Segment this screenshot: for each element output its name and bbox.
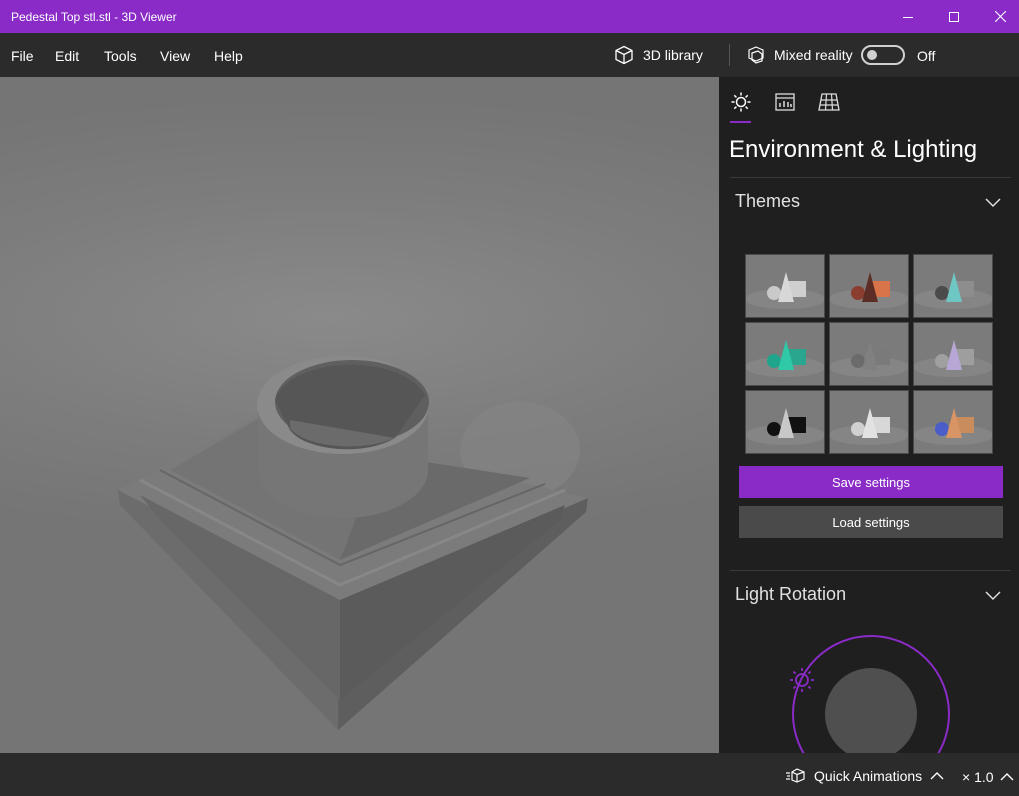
chevron-down-icon[interactable] (985, 198, 1001, 208)
quick-animations-button[interactable]: Quick Animations (786, 768, 952, 784)
environment-panel: Environment & Lighting Themes Save setti… (719, 77, 1019, 753)
toggle-knob (867, 50, 877, 60)
mixed-reality-toggle[interactable] (861, 45, 905, 65)
theme-preview-image (746, 391, 824, 453)
cube-icon (615, 45, 633, 65)
maximize-button[interactable] (931, 0, 977, 33)
3d-viewport[interactable] (0, 77, 719, 753)
close-button[interactable] (977, 0, 1019, 33)
animation-cube-icon (786, 768, 805, 783)
mixed-reality-icon (748, 46, 764, 64)
light-rotation-heading[interactable]: Light Rotation (735, 584, 846, 605)
menu-tools[interactable]: Tools (104, 48, 137, 64)
tab-stats[interactable] (773, 90, 797, 114)
chevron-up-icon (1000, 773, 1014, 781)
light-sphere (825, 668, 917, 753)
animation-speed-button[interactable]: × 1.0 (962, 769, 1014, 785)
theme-preview-image (914, 255, 992, 317)
divider (730, 570, 1011, 571)
theme-thumbnail[interactable] (913, 322, 993, 386)
sun-handle-icon[interactable] (790, 668, 814, 692)
status-bar: Quick Animations × 1.0 (0, 753, 1019, 796)
theme-preview-image (830, 391, 908, 453)
theme-preview-image (830, 323, 908, 385)
save-settings-button[interactable]: Save settings (739, 466, 1003, 498)
theme-thumbnail[interactable] (913, 254, 993, 318)
close-icon (994, 11, 1006, 22)
light-rotation-dial[interactable] (781, 627, 961, 753)
title-bar: Pedestal Top stl.stl - 3D Viewer (0, 0, 1019, 33)
menu-help[interactable]: Help (214, 48, 243, 64)
theme-thumbnail[interactable] (829, 254, 909, 318)
animation-speed-label: × 1.0 (962, 769, 994, 785)
theme-preview-image (914, 323, 992, 385)
theme-preview-image (746, 255, 824, 317)
pedestal-model[interactable] (0, 77, 719, 753)
tab-grid[interactable] (817, 90, 841, 114)
panel-title: Environment & Lighting (729, 136, 978, 163)
theme-preview-image (746, 323, 824, 385)
menu-file[interactable]: File (11, 48, 34, 64)
theme-thumbnail[interactable] (745, 322, 825, 386)
window-title: Pedestal Top stl.stl - 3D Viewer (11, 10, 177, 24)
theme-grid (745, 254, 993, 454)
3d-library-button[interactable]: 3D library (614, 43, 703, 67)
menu-view[interactable]: View (160, 48, 190, 64)
theme-thumbnail[interactable] (745, 390, 825, 454)
3d-library-label: 3D library (643, 47, 703, 63)
stats-icon (775, 93, 795, 111)
minimize-button[interactable] (885, 0, 931, 33)
menu-bar: File Edit Tools View Help 3D library Mix… (0, 33, 1019, 77)
chevron-down-icon[interactable] (985, 591, 1001, 601)
maximize-icon (949, 11, 959, 22)
app-window: Pedestal Top stl.stl - 3D Viewer File Ed… (0, 0, 1019, 796)
selected-tab-indicator (730, 121, 751, 123)
theme-thumbnail[interactable] (745, 254, 825, 318)
chevron-up-icon (930, 772, 944, 780)
lighting-icon (731, 92, 751, 112)
quick-animations-label: Quick Animations (814, 768, 923, 784)
minimize-icon (903, 16, 913, 18)
themes-heading[interactable]: Themes (735, 191, 800, 212)
theme-preview-image (914, 391, 992, 453)
grid-icon (818, 93, 840, 111)
divider (730, 177, 1011, 178)
theme-thumbnail[interactable] (913, 390, 993, 454)
mixed-reality-label: Mixed reality (774, 47, 853, 63)
toolbar-divider (729, 44, 730, 66)
theme-thumbnail[interactable] (829, 322, 909, 386)
mixed-reality-button[interactable]: Mixed reality (746, 43, 853, 67)
theme-preview-image (830, 255, 908, 317)
tab-lighting[interactable] (729, 90, 753, 114)
theme-thumbnail[interactable] (829, 390, 909, 454)
load-settings-button[interactable]: Load settings (739, 506, 1003, 538)
menu-edit[interactable]: Edit (55, 48, 79, 64)
mixed-reality-state: Off (917, 48, 936, 64)
